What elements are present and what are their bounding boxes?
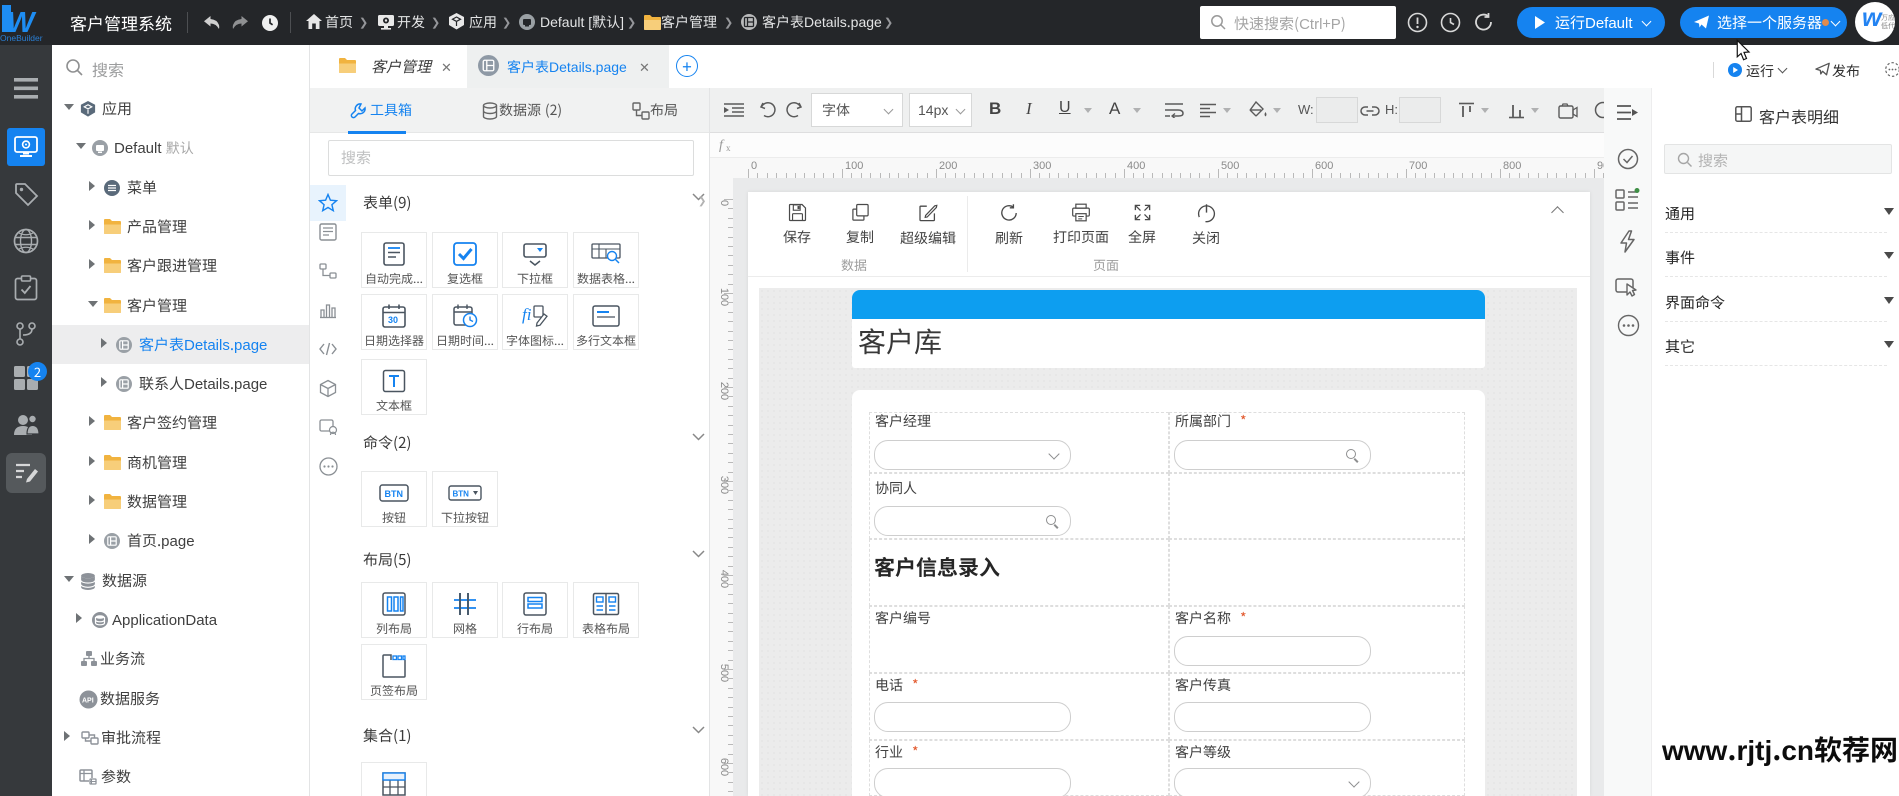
svg-text:OneBuilder: OneBuilder — [0, 33, 43, 43]
svg-text:BTN: BTN — [453, 489, 470, 498]
svg-text:BTN: BTN — [385, 489, 404, 499]
svg-text:fi: fi — [522, 305, 532, 324]
svg-text:30: 30 — [388, 315, 398, 325]
svg-text:API: API — [82, 697, 94, 704]
svg-text:f: f — [719, 138, 725, 152]
svg-text:x: x — [726, 143, 731, 152]
